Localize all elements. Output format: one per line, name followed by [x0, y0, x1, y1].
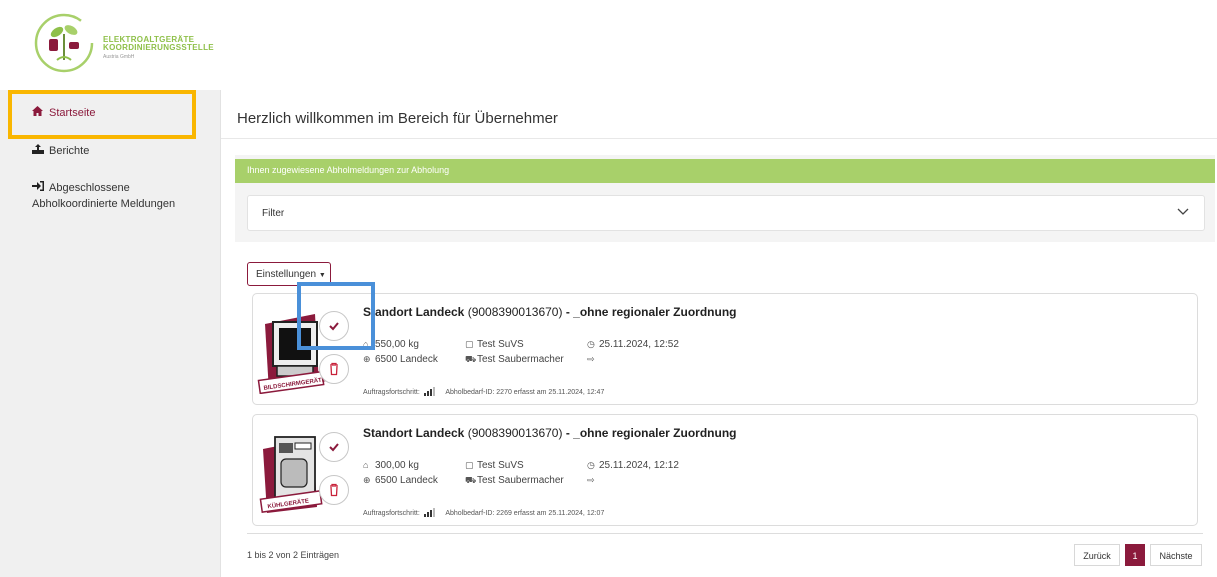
filter-label: Filter	[262, 208, 285, 219]
sidebar-item-berichte[interactable]: Berichte	[32, 144, 89, 157]
sidebar-item-abgeschlossene[interactable]: Abgeschlossene Abholkoordinierte Meldung…	[32, 180, 212, 212]
panel-header: Ihnen zugewiesene Abholmeldungen zur Abh…	[235, 159, 1215, 183]
header: ELEKTROALTGERÄTE KOORDINIERUNGSSTELLE Au…	[0, 0, 1217, 90]
pagination-next[interactable]: Nächste	[1150, 544, 1202, 566]
card-transporter: ⛟Test Saubermacher	[465, 354, 564, 365]
pagination-page-1[interactable]: 1	[1125, 544, 1145, 566]
alarm-clock-icon: ◷	[587, 460, 595, 470]
card-title: Standort Landeck (9008390013670) - _ohne…	[363, 426, 736, 440]
logo-icon	[34, 13, 94, 73]
card-footer: Auftragsfortschritt: Abholbedarf-ID: 226…	[363, 508, 604, 517]
card-id: (9008390013670)	[467, 426, 563, 440]
card-city: ⊕ 6500 Landeck	[363, 475, 438, 486]
globe-icon: ⊕	[363, 354, 371, 364]
card-city: ⊕ 6500 Landeck	[363, 354, 438, 365]
caret-down-icon: ▼	[318, 272, 326, 279]
card-org: ▢ Test SuVS	[465, 339, 524, 350]
pagination-prev[interactable]: Zurück	[1074, 544, 1120, 566]
delete-button[interactable]	[319, 475, 349, 505]
highlight-box-blue	[297, 282, 375, 350]
truck-icon: ⛟	[465, 475, 477, 485]
signal-bars-icon	[423, 387, 435, 396]
progress-label: Auftragsfortschritt:	[363, 510, 420, 517]
external-link-icon[interactable]: ⇨	[587, 475, 599, 486]
sign-in-icon	[32, 180, 45, 196]
sidebar: Startseite Berichte Abgeschlossene Abhol…	[0, 90, 221, 577]
card-id: (9008390013670)	[467, 305, 563, 319]
list-item: BILDSCHIRMGERÄTE Standort Landeck (90083…	[252, 293, 1198, 405]
trash-icon	[330, 362, 338, 376]
weight-icon: ⌂	[363, 460, 369, 470]
card-suffix: - _ohne regionaler Zuordnung	[565, 305, 737, 319]
card-footer-text: Abholbedarf-ID: 2269 erfasst am 25.11.20…	[445, 510, 605, 517]
settings-label: Einstellungen	[256, 269, 317, 280]
divider	[247, 533, 1203, 534]
globe-icon: ⊕	[363, 475, 371, 485]
card-location: Standort Landeck	[363, 426, 465, 440]
divider	[221, 138, 1217, 139]
filter-accordion[interactable]: Filter	[247, 195, 1205, 231]
progress-label: Auftragsfortschritt:	[363, 389, 420, 396]
sidebar-item-label: Berichte	[49, 145, 90, 157]
panel-title: Ihnen zugewiesene Abholmeldungen zur Abh…	[247, 165, 450, 175]
logo-line3: Austria GmbH	[103, 53, 135, 60]
highlight-box-yellow	[8, 90, 196, 139]
briefcase-icon: ▢	[465, 460, 474, 470]
alarm-clock-icon: ◷	[587, 339, 595, 349]
card-datetime: ◷ 25.11.2024, 12:12	[587, 460, 679, 471]
card-footer: Auftragsfortschritt: Abholbedarf-ID: 227…	[363, 387, 604, 396]
check-icon	[329, 443, 339, 452]
entries-info: 1 bis 2 von 2 Einträgen	[247, 550, 340, 560]
card-title: Standort Landeck (9008390013670) - _ohne…	[363, 305, 736, 319]
upload-icon	[32, 144, 45, 157]
trash-icon	[330, 483, 338, 497]
chevron-down-icon	[1177, 208, 1189, 215]
card-footer-text: Abholbedarf-ID: 2270 erfasst am 25.11.20…	[445, 389, 605, 396]
sidebar-item-label: Abgeschlossene Abholkoordinierte Meldung…	[32, 182, 176, 210]
card-datetime: ◷ 25.11.2024, 12:52	[587, 339, 679, 350]
delete-button[interactable]	[319, 354, 349, 384]
logo-line2: KOORDINIERUNGSSTELLE	[103, 43, 214, 53]
external-link-icon[interactable]: ⇨	[587, 354, 599, 365]
signal-bars-icon	[423, 508, 435, 517]
page-title: Herzlich willkommen im Bereich für Übern…	[237, 110, 558, 127]
list-item: KÜHLGERÄTE Standort Landeck (90083900136…	[252, 414, 1198, 526]
card-org: ▢ Test SuVS	[465, 460, 524, 471]
accept-button[interactable]	[319, 432, 349, 462]
card-weight: ⌂ 300,00 kg	[363, 460, 419, 471]
card-transporter: ⛟Test Saubermacher	[465, 475, 564, 486]
card-suffix: - _ohne regionaler Zuordnung	[565, 426, 737, 440]
truck-icon: ⛟	[465, 354, 477, 364]
briefcase-icon: ▢	[465, 339, 474, 349]
card-location: Standort Landeck	[363, 305, 465, 319]
